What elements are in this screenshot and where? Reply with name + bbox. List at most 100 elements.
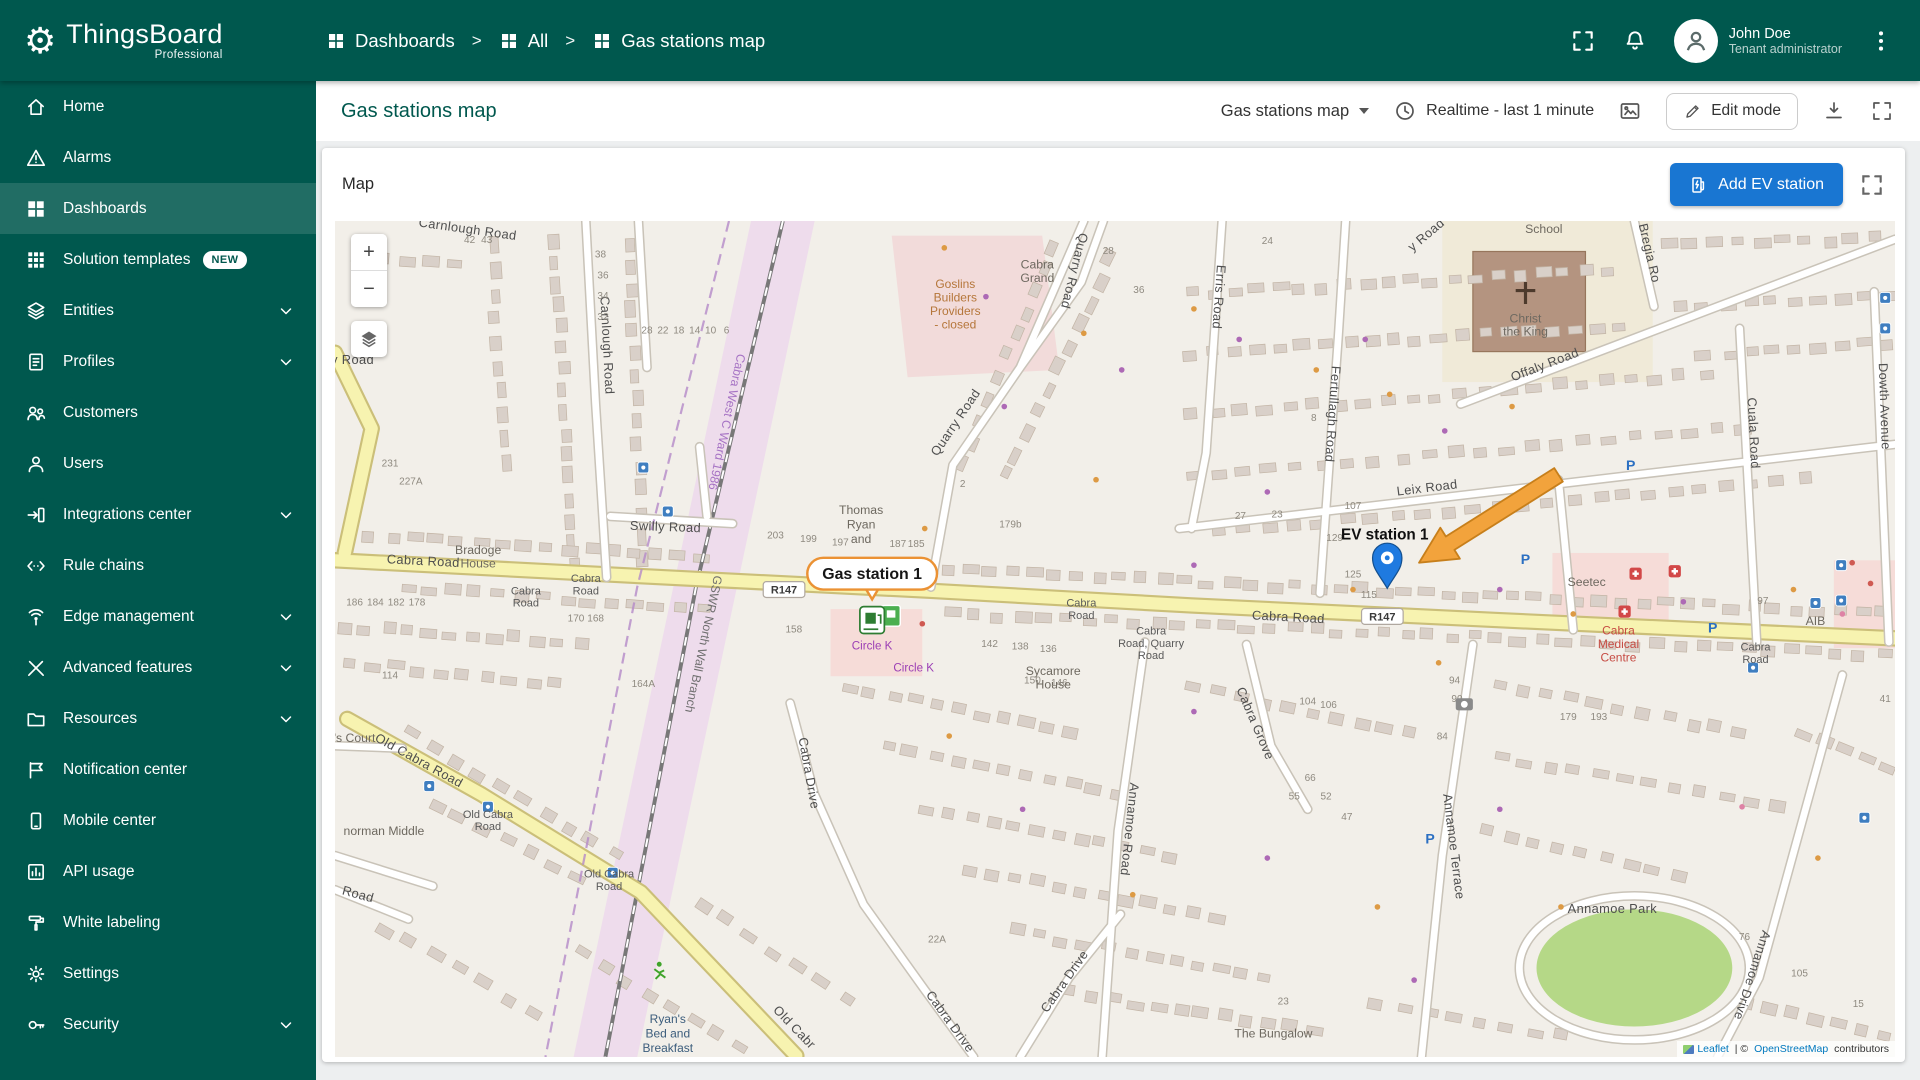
map-attribution: Leaflet | © OpenStreetMap contributors bbox=[1677, 1041, 1895, 1057]
poi-dot bbox=[1019, 806, 1026, 813]
map-label: School bbox=[1525, 222, 1562, 236]
sidebar-item-settings[interactable]: Settings bbox=[0, 948, 316, 999]
timewindow-button[interactable]: Realtime - last 1 minute bbox=[1393, 99, 1594, 123]
sidebar-item-notification-center[interactable]: Notification center bbox=[0, 744, 316, 795]
parking-icon: P bbox=[1521, 551, 1530, 567]
map-label: 22 bbox=[657, 325, 669, 336]
map-label: Cabra bbox=[1602, 624, 1635, 638]
map[interactable]: P P P P R147 R147 Carnlough Road Carnlough Roa… bbox=[335, 221, 1895, 1057]
dashboard-select[interactable]: Gas stations map bbox=[1221, 102, 1370, 121]
chevron-down-icon bbox=[276, 709, 296, 729]
map-label: 97 bbox=[1757, 596, 1769, 607]
layers-button[interactable] bbox=[351, 321, 387, 357]
map-label: Swilly Road bbox=[630, 518, 702, 535]
widget-fullscreen-icon[interactable] bbox=[1859, 172, 1885, 198]
poi-dot bbox=[1129, 891, 1136, 898]
map-label: 76 bbox=[1739, 932, 1751, 943]
breadcrumb-item-all[interactable]: All bbox=[499, 30, 548, 52]
chevron-down-icon bbox=[276, 505, 296, 525]
map-label: 185 bbox=[908, 539, 925, 550]
sidebar-item-alarms[interactable]: Alarms bbox=[0, 132, 316, 183]
poi-dot bbox=[983, 293, 989, 300]
sidebar-item-mobile-center[interactable]: Mobile center bbox=[0, 795, 316, 846]
map-label: 146 bbox=[1051, 678, 1068, 689]
sidebar-item-home[interactable]: Home bbox=[0, 81, 316, 132]
sidebar-item-solution-templates[interactable]: Solution templates NEW bbox=[0, 234, 316, 285]
user-role: Tenant administrator bbox=[1728, 41, 1842, 56]
dashboard-content: Map Add EV station P P P P R147 R147 Car… bbox=[316, 141, 1920, 1080]
toolbar-fullscreen-icon[interactable] bbox=[1870, 99, 1894, 123]
map-label: 18 bbox=[673, 325, 685, 336]
poi-dot bbox=[1374, 904, 1381, 910]
fullscreen-icon[interactable] bbox=[1570, 28, 1596, 54]
sidebar-item-rule-chains[interactable]: Rule chains bbox=[0, 540, 316, 591]
alarm-icon bbox=[25, 147, 47, 169]
poi-dot bbox=[1093, 476, 1099, 483]
sidebar-item-entities[interactable]: Entities bbox=[0, 285, 316, 336]
sidebar-item-customers[interactable]: Customers bbox=[0, 387, 316, 438]
map-label: 41 bbox=[1880, 694, 1892, 705]
map-label: 138 bbox=[1012, 641, 1029, 652]
poi-dot bbox=[1435, 659, 1442, 666]
edit-mode-button[interactable]: Edit mode bbox=[1666, 92, 1798, 130]
map-label: 179b bbox=[999, 519, 1022, 530]
notification-icon bbox=[25, 759, 47, 781]
zoom-in-button[interactable]: + bbox=[351, 234, 387, 270]
map-label: Centre bbox=[1600, 651, 1636, 665]
map-label: House bbox=[460, 557, 496, 571]
advanced-icon bbox=[25, 657, 47, 679]
breadcrumb-item-gas-stations-map[interactable]: Gas stations map bbox=[592, 30, 765, 52]
ev-charger-icon bbox=[1692, 176, 1705, 193]
map-label: Bradoge bbox=[455, 543, 501, 557]
add-ev-station-button[interactable]: Add EV station bbox=[1670, 163, 1843, 206]
map-label: 158 bbox=[785, 624, 802, 635]
leaflet-link[interactable]: Leaflet bbox=[1697, 1043, 1729, 1055]
map-label: 42 bbox=[464, 235, 476, 246]
notifications-bell-icon[interactable] bbox=[1622, 28, 1648, 54]
download-icon[interactable] bbox=[1822, 99, 1846, 123]
sidebar-item-api-usage[interactable]: API usage bbox=[0, 846, 316, 897]
kebab-menu-icon[interactable] bbox=[1868, 28, 1894, 54]
dashboard-grid-icon bbox=[501, 33, 516, 48]
map-label: 104 bbox=[1299, 696, 1316, 707]
breadcrumb-item-dashboards[interactable]: Dashboards bbox=[326, 30, 455, 52]
sidebar-item-security[interactable]: Security bbox=[0, 999, 316, 1050]
sidebar-item-profiles[interactable]: Profiles bbox=[0, 336, 316, 387]
app-edition: Professional bbox=[154, 48, 223, 61]
map-label: Old Cabra bbox=[584, 869, 635, 881]
zoom-out-button[interactable]: − bbox=[351, 271, 387, 307]
poi-dot bbox=[1496, 806, 1503, 813]
top-bar: ⚙ ThingsBoard Professional Dashboards > Al… bbox=[0, 0, 1920, 81]
map-label: Goslins bbox=[935, 277, 975, 291]
sidebar-item-resources[interactable]: Resources bbox=[0, 693, 316, 744]
map-label: 32 bbox=[597, 312, 609, 323]
sidebar-item-users[interactable]: Users bbox=[0, 438, 316, 489]
parking-icon: P bbox=[1708, 619, 1717, 635]
sidebar-item-white-labeling[interactable]: White labeling bbox=[0, 897, 316, 948]
map-label: Cabra bbox=[571, 573, 602, 585]
map-label: AIB bbox=[1806, 614, 1826, 628]
poi-dot bbox=[1739, 804, 1745, 810]
map-label: 43 bbox=[481, 235, 493, 246]
sidebar-item-edge-management[interactable]: Edge management bbox=[0, 591, 316, 642]
chevron-down-icon bbox=[276, 607, 296, 627]
map-widget-card: Map Add EV station P P P P R147 R147 Car… bbox=[322, 148, 1905, 1062]
parking-icon: P bbox=[1425, 830, 1434, 846]
osm-link[interactable]: OpenStreetMap bbox=[1754, 1043, 1828, 1055]
map-label: 186 bbox=[346, 597, 363, 608]
sidebar-item-dashboards[interactable]: Dashboards bbox=[0, 183, 316, 234]
sidebar-item-integrations-center[interactable]: Integrations center bbox=[0, 489, 316, 540]
poi-dot bbox=[941, 245, 948, 251]
image-export-icon[interactable] bbox=[1618, 99, 1642, 123]
svg-text:R147: R147 bbox=[771, 584, 797, 596]
map-label: Grand bbox=[1020, 271, 1054, 285]
thingsboard-logo[interactable]: ⚙ ThingsBoard Professional bbox=[24, 20, 312, 61]
home-icon bbox=[25, 96, 47, 118]
sidebar-item-advanced-features[interactable]: Advanced features bbox=[0, 642, 316, 693]
map-label: 231 bbox=[382, 458, 399, 469]
breadcrumb-separator: > bbox=[471, 30, 482, 50]
user-menu[interactable]: John Doe Tenant administrator bbox=[1673, 18, 1842, 63]
poi-dot bbox=[1001, 403, 1008, 410]
sidebar: Home Alarms Dashboards Solution templates NE… bbox=[0, 81, 316, 1080]
road-ref-badge: R147 bbox=[762, 581, 806, 599]
